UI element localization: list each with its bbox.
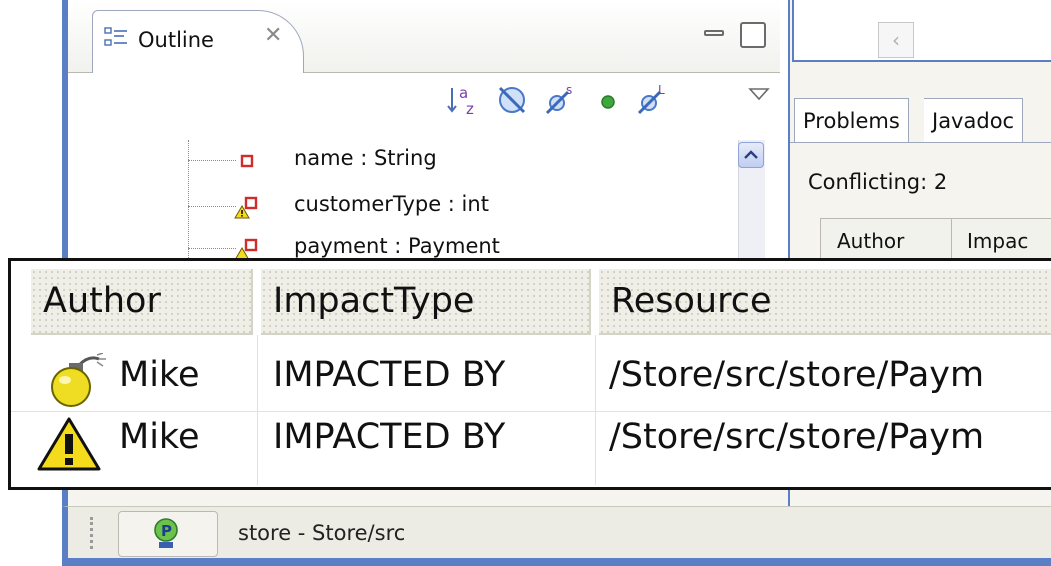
column-header-label: ImpactType — [273, 281, 475, 321]
svg-text:s: s — [566, 83, 572, 97]
package-status-button[interactable]: P — [118, 511, 218, 557]
status-text: store - Store/src — [238, 521, 406, 545]
tree-item-label: payment : Payment — [294, 234, 500, 258]
private-field-warning-icon — [234, 196, 258, 219]
outline-icon — [104, 27, 127, 46]
tree-connector — [188, 160, 236, 161]
row-divider — [11, 411, 1051, 412]
scroll-up-button[interactable] — [738, 142, 764, 168]
chevron-up-icon — [744, 150, 758, 159]
hide-fields-icon[interactable] — [494, 82, 530, 118]
author-cell: Mike — [119, 355, 200, 395]
status-bar: P store - Store/src — [62, 506, 1051, 558]
svg-text:z: z — [466, 100, 474, 118]
warning-icon — [37, 417, 101, 471]
table-row[interactable]: Mike IMPACTED BY /Store/src/store/Paym — [11, 351, 1051, 413]
author-cell: Mike — [119, 417, 200, 457]
column-header-author[interactable]: Author — [837, 229, 904, 253]
window-bottom-border — [62, 558, 1051, 566]
maximize-button[interactable] — [740, 22, 766, 48]
column-header-impact[interactable]: Impac — [967, 229, 1028, 253]
conflict-bomb-icon — [51, 353, 106, 407]
problems-tab-strip: Problems Javadoc — [790, 92, 1051, 143]
svg-text:P: P — [161, 522, 172, 540]
small-table-header: Author Impac — [820, 218, 1051, 262]
status-grip[interactable] — [90, 517, 93, 549]
hide-nonpublic-icon[interactable] — [590, 82, 626, 118]
impact-type-cell: IMPACTED BY — [273, 355, 506, 395]
tree-item-name[interactable]: name : String — [68, 144, 718, 176]
tree-item-label: customerType : int — [294, 192, 489, 216]
minimize-button[interactable] — [704, 30, 724, 36]
column-header-author[interactable]: Author — [31, 269, 253, 335]
resource-cell: /Store/src/store/Paym — [609, 417, 985, 457]
column-header-label: Author — [43, 281, 161, 321]
hide-static-icon[interactable]: s — [542, 82, 578, 118]
impact-type-cell: IMPACTED BY — [273, 417, 506, 457]
scroll-left-button[interactable]: ‹ — [878, 22, 914, 58]
conflict-count: Conflicting: 2 — [808, 170, 948, 194]
table-row[interactable]: Mike IMPACTED BY /Store/src/store/Paym — [11, 413, 1051, 475]
tree-connector — [188, 206, 236, 207]
column-header-impacttype[interactable]: ImpactType — [261, 269, 591, 335]
outline-tab-label: Outline — [138, 28, 214, 52]
sort-alpha-icon[interactable]: a z — [446, 82, 482, 118]
tab-javadoc[interactable]: Javadoc — [924, 98, 1024, 142]
view-menu-chevron-down-icon[interactable] — [748, 86, 770, 102]
column-header-label: Resource — [611, 281, 772, 321]
tree-connector — [188, 248, 236, 249]
conflicts-table-zoom: Author ImpactType Resource Mike IMPACTED… — [8, 258, 1051, 490]
svg-text:L: L — [658, 83, 665, 97]
tree-item-label: name : String — [294, 146, 437, 170]
editor-area: ‹ — [792, 0, 1051, 62]
tab-problems[interactable]: Problems — [794, 98, 909, 142]
outline-tab-strip: Outline ✕ — [68, 0, 780, 73]
column-header-resource[interactable]: Resource — [599, 269, 1051, 335]
resource-cell: /Store/src/store/Paym — [609, 355, 985, 395]
tree-item-customertype[interactable]: customerType : int — [68, 190, 718, 222]
package-icon: P — [154, 518, 178, 548]
hide-local-types-icon[interactable]: L — [634, 82, 670, 118]
private-field-icon — [240, 154, 254, 168]
close-icon[interactable]: ✕ — [264, 23, 282, 48]
